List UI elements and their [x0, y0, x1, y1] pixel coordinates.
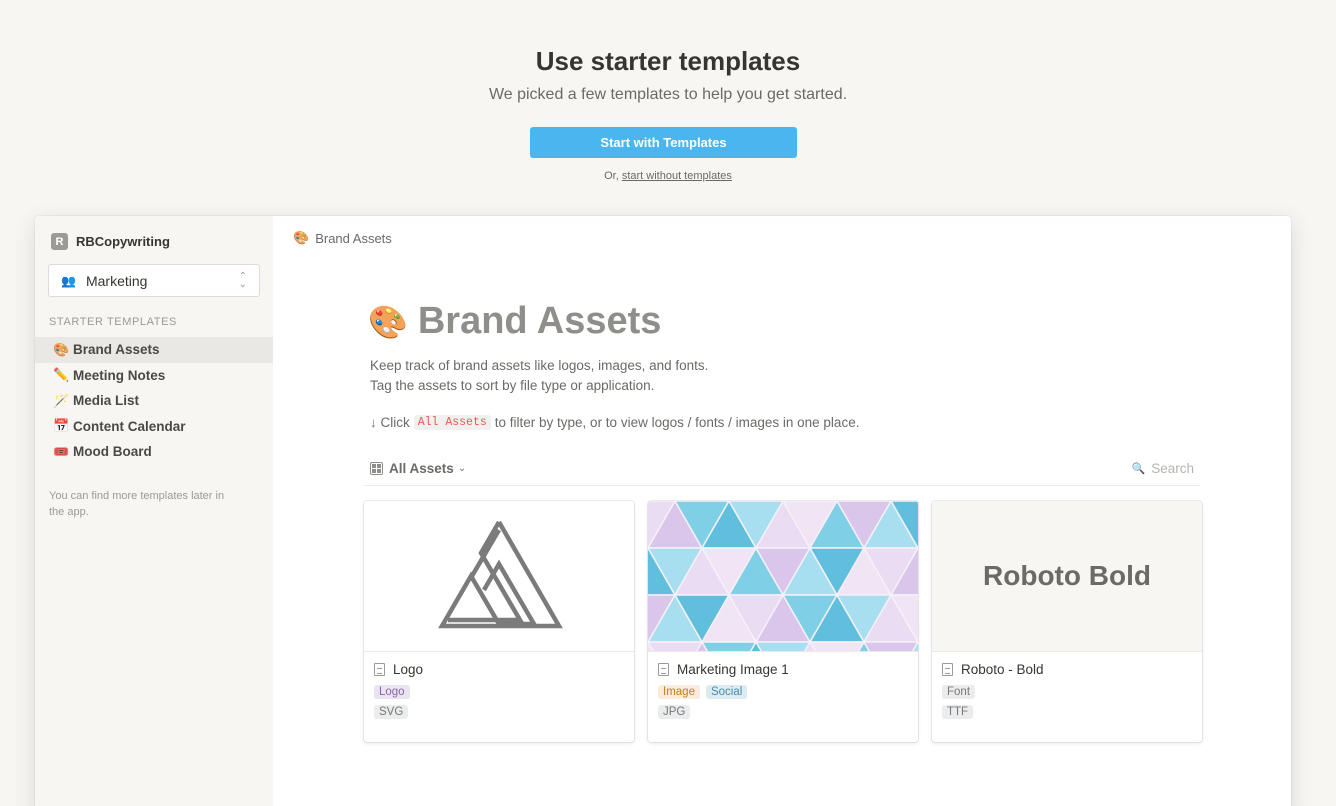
page-content: 🎨 Brand Assets 🎨 Brand Assets Keep track…: [273, 216, 1291, 806]
tag: Social: [705, 685, 748, 699]
sidebar-item-label: Meeting Notes: [73, 367, 166, 383]
tag-list: Logo: [374, 685, 624, 699]
gallery: Logo Logo SVG Marketing Image 1 Image So…: [364, 501, 1202, 742]
breadcrumb[interactable]: 🎨 Brand Assets: [293, 230, 392, 246]
palette-icon: 🎨: [293, 230, 310, 245]
tag: Logo: [374, 685, 410, 699]
page-icon: [942, 663, 953, 676]
view-switcher[interactable]: All Assets ⌄: [364, 461, 466, 476]
sidebar-item-brand-assets[interactable]: 🎨 Brand Assets: [35, 337, 273, 363]
search-label: Search: [1151, 461, 1194, 476]
impossible-triangle-logo: [438, 520, 563, 629]
card-cover-font-sample: Roboto Bold: [932, 501, 1202, 652]
hint-prefix: ↓ Click: [370, 415, 410, 430]
font-sample-text: Roboto Bold: [983, 560, 1151, 591]
description-line: Keep track of brand assets like logos, i…: [370, 358, 709, 373]
tag-list: Font: [942, 685, 1192, 699]
file-type: SVG: [374, 705, 624, 719]
palette-icon: 🎨: [53, 341, 70, 357]
section-label: Starter templates: [49, 316, 177, 328]
pattern-triangles: [648, 501, 918, 651]
start-without-templates-link[interactable]: start without templates: [622, 170, 732, 182]
page-title: 🎨 Brand Assets: [368, 300, 661, 343]
gallery-card-logo[interactable]: Logo Logo SVG: [364, 501, 634, 742]
tag: Font: [942, 685, 976, 699]
card-cover-photo: [648, 501, 918, 652]
card-title: Logo: [374, 662, 624, 677]
sidebar-item-label: Content Calendar: [73, 418, 186, 434]
chevron-up-down-icon: ⌃ ⌄: [238, 270, 247, 290]
page-title-text: Brand Assets: [417, 300, 662, 342]
start-with-templates-button[interactable]: Start with Templates: [530, 127, 797, 158]
workspace-name: RBCopywriting: [76, 234, 170, 249]
chevron-down-icon: ⌄: [457, 463, 467, 474]
card-title-text: Logo: [393, 662, 424, 677]
hint-suffix: to filter by type, or to view logos / fo…: [494, 415, 860, 430]
workspace-avatar: R: [51, 233, 68, 250]
description-line: Tag the assets to sort by file type or a…: [370, 378, 655, 393]
calendar-icon: 📅: [53, 418, 70, 434]
file-type: JPG: [658, 705, 908, 719]
page-description: Keep track of brand assets like logos, i…: [370, 356, 708, 396]
filter-hint: ↓ Click All Assets to filter by type, or…: [370, 415, 859, 430]
search-icon: 🔍: [1131, 463, 1146, 475]
card-title-text: Roboto - Bold: [961, 662, 1044, 677]
template-list: 🎨 Brand Assets ✏️ Meeting Notes 🪄 Media …: [35, 337, 273, 465]
sidebar-item-meeting-notes[interactable]: ✏️ Meeting Notes: [35, 363, 273, 389]
page-icon: [658, 663, 669, 676]
more-templates-note: You can find more templates later in the…: [49, 490, 225, 518]
skip-line: Or, start without templates: [0, 170, 1336, 182]
gallery-card-font[interactable]: Roboto Bold Roboto - Bold Font TTF: [932, 501, 1202, 742]
team-select[interactable]: 👥 Marketing ⌃ ⌄: [48, 264, 260, 297]
sidebar-item-label: Brand Assets: [73, 342, 160, 358]
template-preview-window: R RBCopywriting 👥 Marketing ⌃ ⌄ Starter t…: [35, 216, 1291, 806]
sidebar-item-label: Mood Board: [73, 444, 152, 460]
tag: Image: [658, 685, 700, 699]
gallery-icon: [370, 462, 383, 475]
team-icon: 👥: [61, 273, 76, 288]
type-tag: SVG: [374, 705, 409, 719]
palette-icon: 🎨: [368, 303, 408, 340]
or-prefix: Or,: [604, 170, 622, 182]
sidebar-item-media-list[interactable]: 🪄 Media List: [35, 388, 273, 414]
breadcrumb-label: Brand Assets: [315, 230, 392, 246]
type-tag: JPG: [658, 705, 691, 719]
card-title: Marketing Image 1: [658, 662, 908, 677]
pencil-icon: ✏️: [53, 367, 70, 383]
search-button[interactable]: 🔍 Search: [1132, 461, 1200, 476]
gallery-card-marketing-image[interactable]: Marketing Image 1 Image Social JPG: [648, 501, 918, 742]
workspace-switcher[interactable]: R RBCopywriting: [51, 233, 170, 250]
team-select-value: Marketing: [85, 272, 148, 289]
sidebar-item-content-calendar[interactable]: 📅 Content Calendar: [35, 414, 273, 440]
page-icon: [374, 663, 385, 676]
page-subheading: We picked a few templates to help you ge…: [488, 86, 848, 103]
magic-wand-icon: 🪄: [53, 392, 70, 408]
geometric-pattern-photo: [648, 501, 918, 651]
inline-code: All Assets: [413, 415, 491, 430]
page-heading: Use starter templates: [535, 46, 801, 76]
card-title: Roboto - Bold: [942, 662, 1192, 677]
sidebar: R RBCopywriting 👥 Marketing ⌃ ⌄ Starter t…: [35, 216, 273, 806]
sidebar-item-label: Media List: [73, 393, 140, 409]
database-toolbar: All Assets ⌄ 🔍 Search: [364, 452, 1200, 486]
file-type: TTF: [942, 705, 1192, 719]
ticket-icon: 🎟️: [53, 443, 70, 459]
sidebar-item-mood-board[interactable]: 🎟️ Mood Board: [35, 439, 273, 465]
tag-list: Image Social: [658, 685, 908, 699]
type-tag: TTF: [942, 705, 974, 719]
view-label: All Assets: [389, 461, 454, 476]
card-title-text: Marketing Image 1: [677, 662, 789, 677]
card-cover-logo-image: [364, 501, 634, 652]
